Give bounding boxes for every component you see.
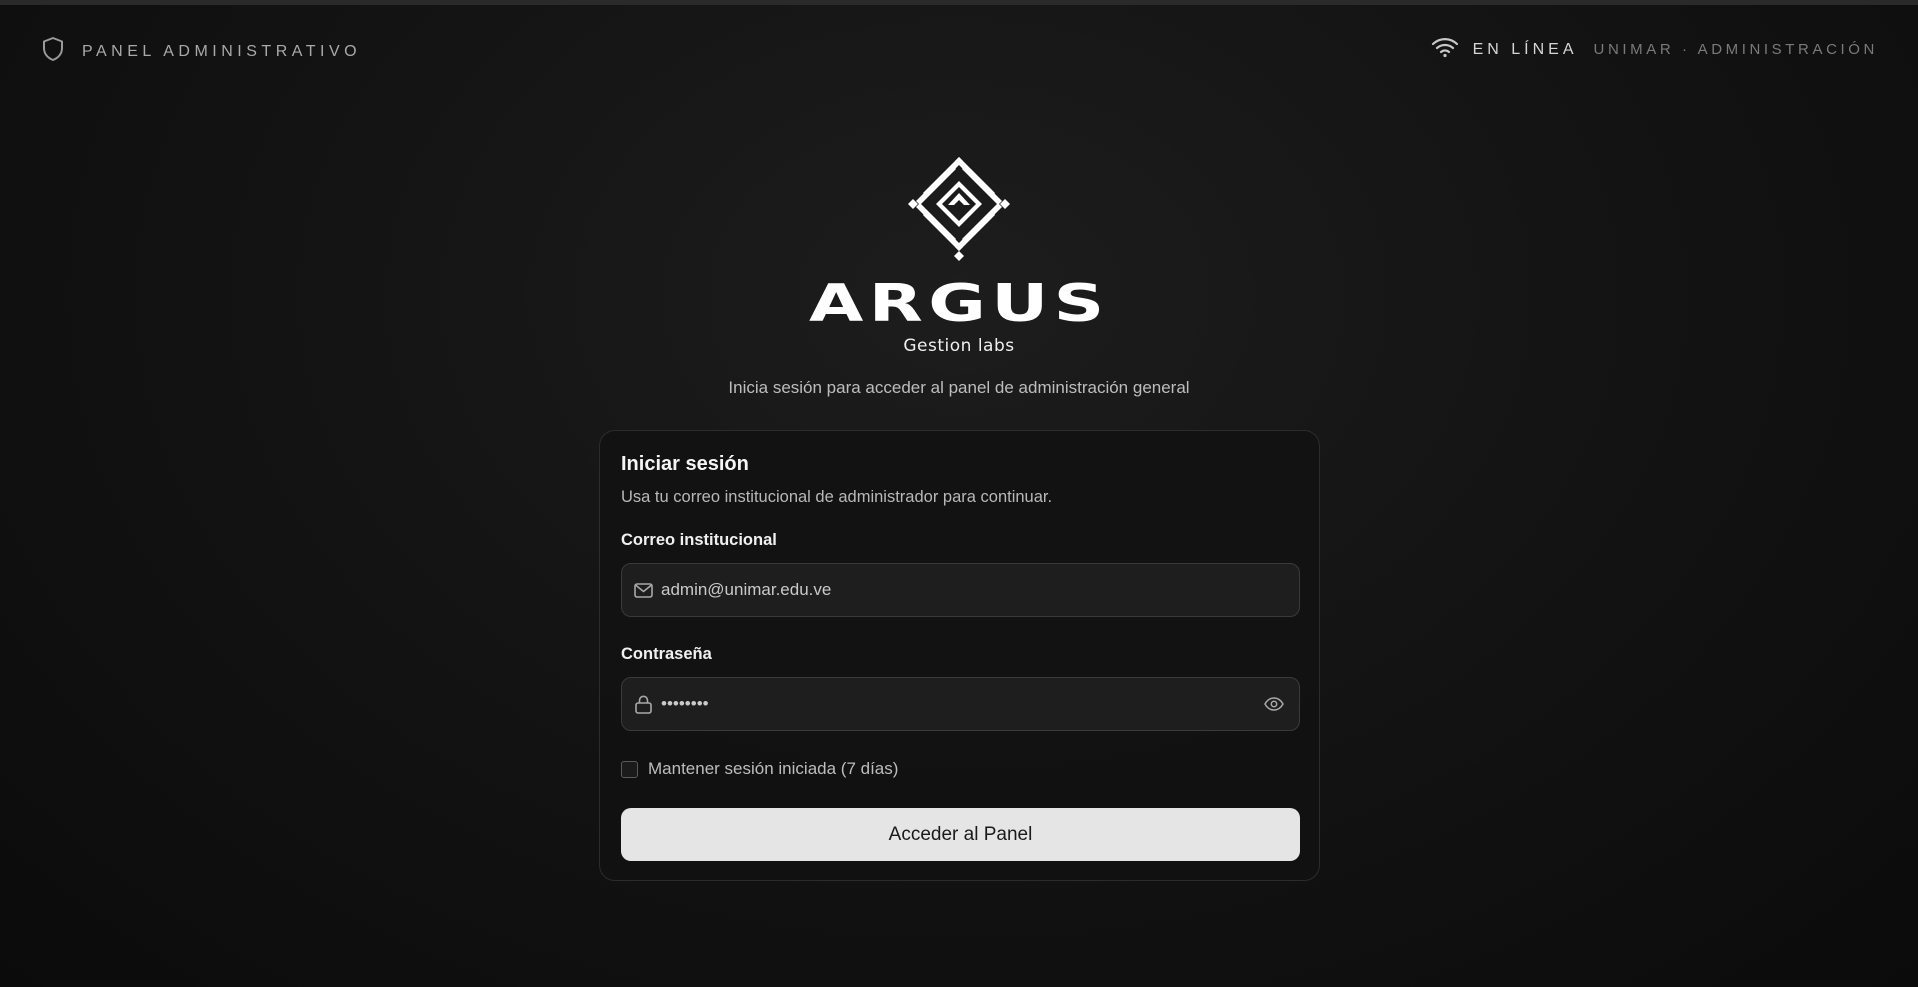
email-field-container (621, 563, 1300, 617)
brand-name: ARGUS (808, 274, 1110, 334)
admin-panel-label: PANEL ADMINISTRATIVO (82, 42, 362, 60)
password-field-container (621, 677, 1300, 731)
mail-icon (633, 580, 653, 600)
top-border (0, 0, 1918, 5)
brand-tagline: Gestion labs (903, 336, 1015, 356)
wifi-icon (1431, 36, 1459, 63)
card-title: Iniciar sesión (621, 453, 749, 475)
shield-icon (42, 36, 64, 67)
password-label: Contraseña (621, 645, 712, 663)
header-status: EN LÍNEA UNIMAR · ADMINISTRACIÓN (1431, 36, 1878, 63)
submit-login-button[interactable]: Acceder al Panel (621, 808, 1300, 861)
header-admin-panel: PANEL ADMINISTRATIVO (42, 36, 361, 67)
password-input[interactable] (661, 694, 1263, 714)
login-card: Iniciar sesión Usa tu correo institucion… (599, 430, 1320, 881)
remember-me-label[interactable]: Mantener sesión iniciada (7 días) (648, 759, 898, 779)
remember-me-checkbox[interactable] (621, 760, 638, 778)
card-description: Usa tu correo institucional de administr… (621, 488, 1053, 506)
remember-me-row: Mantener sesión iniciada (7 días) (621, 759, 898, 779)
organization-label: UNIMAR · ADMINISTRACIÓN (1593, 41, 1878, 58)
status-online-label: EN LÍNEA (1472, 40, 1578, 58)
lock-icon (633, 694, 653, 714)
argus-logo-icon (894, 155, 1024, 270)
brand-logo: ARGUS Gestion labs (0, 155, 1918, 356)
email-input[interactable] (661, 580, 1299, 600)
eye-icon[interactable] (1263, 693, 1285, 715)
login-subtitle: Inicia sesión para acceder al panel de a… (728, 378, 1190, 397)
email-label: Correo institucional (621, 531, 777, 549)
